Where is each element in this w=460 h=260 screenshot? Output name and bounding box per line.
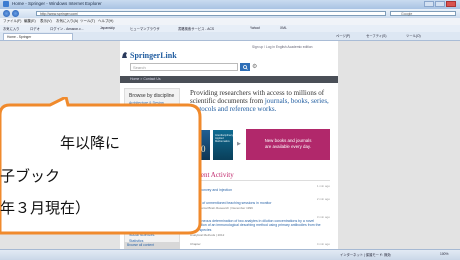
breadcrumb[interactable]: Home > Contact Us	[130, 77, 161, 81]
activity-item: Chapter 1 min ago Mixed convey and injec…	[190, 184, 330, 194]
maximize-button[interactable]	[435, 1, 445, 7]
window-title: Home - Springer - Windows Internet Explo…	[12, 1, 102, 6]
book-cover[interactable]: Interdisciplinary Applied Mathematics	[213, 130, 233, 160]
navigation-bar: http://www.springer.com/ Google	[0, 9, 460, 18]
fav-link[interactable]: ロデオ	[30, 26, 40, 31]
divider	[190, 180, 330, 181]
sidebar-footer: Browse all content	[124, 242, 180, 249]
address-text: http://www.springer.com/	[40, 12, 79, 16]
carousel-next-icon[interactable]: ▶	[237, 141, 241, 147]
callout-line: 年３月現在）	[0, 199, 91, 217]
promo-banner[interactable]: New books and journals are available ever…	[246, 129, 330, 160]
callout-line: 年以降に	[60, 134, 121, 152]
fav-link[interactable]: ヒューマンブラウザ	[130, 26, 160, 31]
tools-menu[interactable]: ツール(O)	[406, 33, 421, 38]
address-bar[interactable]: http://www.springer.com/	[36, 11, 386, 16]
search-icon	[242, 64, 248, 70]
menu-favorites[interactable]: お気に入り(A)	[56, 19, 78, 24]
fav-link[interactable]: XML	[280, 26, 287, 30]
account-links[interactable]: Sign up / Log in English Academic editio…	[252, 45, 312, 49]
menu-file[interactable]: ファイル(F)	[3, 19, 21, 24]
status-bar: インターネット | 保護モード: 無効 100%	[0, 249, 460, 260]
search-button[interactable]	[240, 63, 250, 71]
activity-title[interactable]: Simultaneous determination of two analyt…	[190, 219, 330, 232]
close-button[interactable]	[446, 1, 456, 7]
hero-headline: Providing researchers with access to mil…	[190, 89, 330, 113]
status-text: インターネット | 保護モード: 無効	[340, 253, 391, 257]
activity-item: Chapter 4 min ago	[190, 242, 330, 248]
gear-icon[interactable]: ⚙	[252, 63, 260, 71]
browser-search-placeholder: Google	[401, 12, 413, 16]
tab-bar: Home - Springer ページ(P) セーフティ(S) ツール(O)	[0, 32, 460, 41]
minimize-button[interactable]	[424, 1, 434, 7]
site-search-input[interactable]: Search	[130, 63, 238, 71]
activity-title[interactable]: Mixed convey and injection	[190, 188, 330, 192]
page-menu[interactable]: ページ(P)	[336, 33, 350, 38]
menu-help[interactable]: ヘルプ(H)	[98, 19, 113, 24]
zoom-level[interactable]: 100%	[440, 252, 448, 256]
tab-home[interactable]: Home - Springer	[3, 33, 73, 40]
browser-search-input[interactable]: Google	[390, 11, 456, 16]
fav-link[interactable]: Yahoo!	[250, 26, 260, 30]
menu-edit[interactable]: 編集(E)	[24, 19, 36, 24]
menu-bar: ファイル(F) 編集(E) 表示(V) お気に入り(A) ツール(T) ヘルプ(…	[0, 18, 460, 25]
callout-line: 子ブック	[0, 167, 61, 185]
activity-kind: Chapter	[190, 242, 201, 246]
window-titlebar: Home - Springer - Windows Internet Explo…	[0, 0, 460, 9]
fav-link[interactable]: 書籍検索サービス - ACS	[178, 26, 214, 31]
springer-logo[interactable]: SpringerLink	[130, 51, 177, 60]
activity-title[interactable]: Control of unmentioned teaching sessions…	[190, 201, 330, 205]
safety-menu[interactable]: セーフティ(S)	[366, 33, 386, 38]
springer-horse-icon	[122, 52, 127, 58]
browser-icon	[3, 1, 9, 7]
browse-all-link[interactable]: Browse all content	[127, 243, 154, 247]
favorites-button[interactable]: お気に入り	[3, 26, 19, 31]
breadcrumb-bar: Home > Contact Us	[120, 76, 338, 83]
fav-link[interactable]: Japanskip	[100, 26, 115, 30]
menu-tools[interactable]: ツール(T)	[80, 19, 95, 24]
fav-link[interactable]: ログイン - Amazon.c...	[50, 26, 84, 31]
activity-time: 4 min ago	[316, 242, 330, 246]
menu-view[interactable]: 表示(V)	[40, 19, 52, 24]
promo-text: New books and journals are available ever…	[264, 138, 312, 149]
book-cover-title: Interdisciplinary Applied Mathematics	[215, 134, 234, 143]
site-search-placeholder: Search	[133, 65, 146, 70]
back-button[interactable]	[3, 10, 10, 17]
activity-item: Chapter 3 min ago Simultaneous determina…	[190, 215, 330, 241]
forward-button[interactable]	[12, 10, 19, 17]
tab-label: Home - Springer	[7, 35, 32, 39]
activity-item: Chapter 2 min ago Control of unmentioned…	[190, 197, 330, 213]
